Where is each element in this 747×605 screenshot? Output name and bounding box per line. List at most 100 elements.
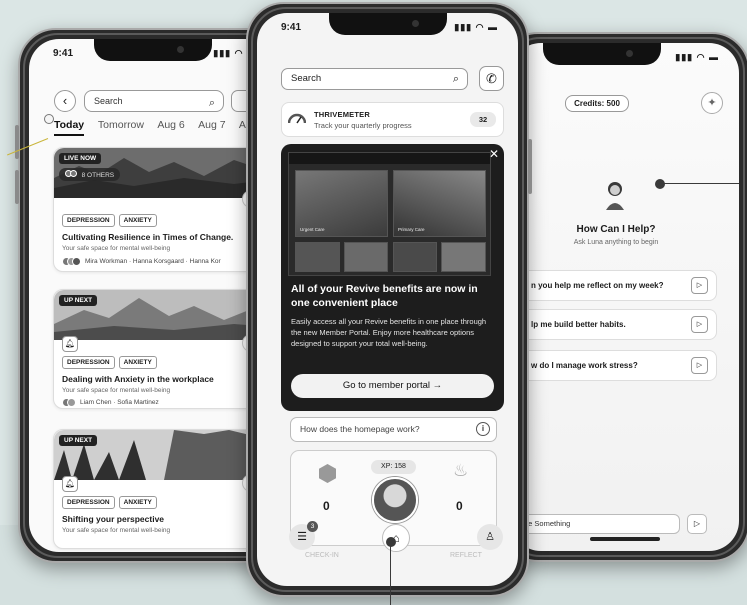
up-next-badge: UP NEXT bbox=[59, 295, 98, 306]
prompt-text: lp me build better habits. bbox=[531, 320, 626, 329]
back-arrow-icon[interactable]: ‹ bbox=[54, 90, 76, 112]
session-title: Shifting your perspective bbox=[62, 514, 165, 524]
volume-button bbox=[15, 170, 19, 204]
stat-value-right: 0 bbox=[456, 499, 463, 513]
screenshot-tile bbox=[441, 242, 486, 272]
avatar bbox=[69, 170, 77, 177]
info-icon[interactable]: i bbox=[476, 422, 490, 436]
session-card[interactable]: UP NEXT 🔔︎ 45mi DEPRESSION ANXIETY Deali… bbox=[53, 289, 277, 409]
tab-aug-6[interactable]: Aug 6 bbox=[157, 119, 184, 131]
promo-body: Easily access all your Revive benefits i… bbox=[291, 317, 487, 348]
signal-icon: ▮▮▮ ◠ ▬ bbox=[675, 52, 719, 62]
day-tabs: Today Tomorrow Aug 6 Aug 7 A bbox=[54, 119, 277, 139]
session-title: Dealing with Anxiety in the workplace bbox=[62, 374, 214, 384]
nav-label-reflect[interactable]: REFLECT bbox=[450, 552, 482, 559]
member-portal-button[interactable]: Go to member portal → bbox=[291, 374, 494, 398]
callout-dot bbox=[386, 537, 396, 547]
search-icon: ⌕ bbox=[208, 97, 215, 109]
tag-chip: DEPRESSION bbox=[62, 496, 115, 509]
tag-chip: ANXIETY bbox=[118, 356, 157, 369]
right-phone: ▮▮▮ ◠ ▬ Credits: 500 ✦ How Can I Help? A… bbox=[500, 32, 747, 562]
send-icon[interactable]: ▷ bbox=[691, 357, 708, 374]
tab-next[interactable]: A bbox=[239, 119, 246, 131]
session-hosts: Mira Workman · Hanna Korsgaard · Hanna K… bbox=[62, 257, 221, 266]
send-icon[interactable]: ▷ bbox=[687, 514, 707, 534]
tag-chip: DEPRESSION bbox=[62, 356, 115, 369]
session-title: Cultivating Resilience in Times of Chang… bbox=[62, 232, 234, 242]
homepage-help-field[interactable]: How does the homepage work? i bbox=[290, 417, 497, 442]
notch bbox=[543, 43, 662, 65]
callout-dot bbox=[655, 179, 665, 189]
send-icon[interactable]: ▷ bbox=[691, 316, 708, 333]
left-screen: 9:41 ▮▮▮ ◠ ▬ ‹ Search ⌕ Today Tomorrow A… bbox=[29, 39, 277, 552]
benefits-promo-card: ✕ Urgent Care Primary Care All of your R… bbox=[281, 144, 504, 411]
suggested-prompt[interactable]: w do I manage work stress? ▷ bbox=[511, 350, 717, 381]
tile-label: Urgent Care bbox=[300, 227, 325, 232]
nav-label-check-in[interactable]: CHECK-IN bbox=[305, 552, 339, 559]
tag-chip: DEPRESSION bbox=[62, 214, 115, 227]
session-card[interactable]: LIVE NOW 8 OTHERS 45mi DEPRESSION ANXIET… bbox=[53, 147, 277, 272]
avatar[interactable] bbox=[372, 477, 418, 523]
suggested-prompt[interactable]: n you help me reflect on my week? ▷ bbox=[511, 270, 717, 301]
live-badge: LIVE NOW bbox=[59, 153, 102, 164]
screenshot-tile bbox=[295, 242, 340, 272]
session-hosts: Liam Chen · Sofia Martinez bbox=[62, 398, 159, 407]
notch bbox=[94, 39, 212, 61]
homepage-question: How does the homepage work? bbox=[300, 424, 420, 434]
tab-tomorrow[interactable]: Tomorrow bbox=[98, 119, 144, 131]
bell-icon[interactable]: 🔔︎ bbox=[62, 476, 78, 492]
prompt-text: w do I manage work stress? bbox=[531, 361, 638, 370]
tab-aug-7[interactable]: Aug 7 bbox=[198, 119, 225, 131]
search-placeholder: Search bbox=[291, 73, 322, 84]
promo-title: All of your Revive benefits are now in o… bbox=[291, 283, 478, 309]
portal-screenshot: Urgent Care Primary Care bbox=[288, 152, 491, 276]
chat-input[interactable]: pe Something bbox=[511, 514, 680, 534]
screenshot-tile bbox=[393, 242, 437, 272]
tile-label: Primary Care bbox=[398, 227, 425, 232]
xp-badge: XP: 158 bbox=[371, 460, 416, 474]
search-input[interactable]: Search ⌕ bbox=[84, 90, 224, 112]
bell-icon[interactable]: 🔔︎ bbox=[62, 336, 78, 352]
screenshot-tile: Primary Care bbox=[393, 170, 486, 237]
menu-icon[interactable]: ☰ 3 bbox=[289, 521, 318, 550]
search-icon: ⌕ bbox=[452, 73, 459, 85]
send-icon[interactable]: ▷ bbox=[691, 277, 708, 294]
home-indicator bbox=[590, 537, 660, 541]
tag-chips: DEPRESSION ANXIETY bbox=[62, 356, 157, 369]
prompt-text: n you help me reflect on my week? bbox=[531, 281, 664, 290]
session-card[interactable]: UP NEXT 🔔︎ 45mi DEPRESSION ANXIETY Shift… bbox=[53, 429, 277, 549]
right-screen: ▮▮▮ ◠ ▬ Credits: 500 ✦ How Can I Help? A… bbox=[511, 43, 739, 551]
close-icon[interactable]: ✕ bbox=[489, 147, 499, 161]
avatar bbox=[72, 257, 81, 266]
thrivemeter-title: THRIVEMETER bbox=[314, 110, 370, 119]
session-subtitle: Your safe space for mental well-being bbox=[62, 245, 171, 252]
volume-button bbox=[15, 125, 19, 159]
stat-value-left: 0 bbox=[323, 499, 330, 513]
center-phone: 9:41 ▮▮▮ ◠ ▬ Search ⌕ ✆ THRIVEMETER Trac… bbox=[246, 2, 532, 597]
avatar bbox=[67, 398, 76, 407]
status-time: 9:41 bbox=[53, 48, 74, 59]
signal-icon: ▮▮▮ ◠ ▬ bbox=[454, 22, 498, 32]
credits-badge: Credits: 500 bbox=[565, 95, 629, 112]
host-names: Mira Workman · Hanna Korsgaard · Hanna K… bbox=[85, 258, 221, 265]
help-subtitle: Ask Luna anything to begin bbox=[573, 239, 659, 246]
flame-icon: ♨ bbox=[453, 461, 469, 480]
status-time: 9:41 bbox=[281, 22, 302, 33]
callout-line bbox=[390, 545, 391, 605]
screenshot-navbar bbox=[289, 153, 490, 164]
sparkle-icon[interactable]: ✦ bbox=[701, 92, 723, 114]
tag-chip: ANXIETY bbox=[118, 214, 157, 227]
host-names: Liam Chen · Sofia Martinez bbox=[80, 399, 159, 406]
profile-icon[interactable]: ♙ bbox=[477, 524, 503, 550]
luna-avatar bbox=[606, 182, 624, 210]
tab-today[interactable]: Today bbox=[54, 119, 85, 136]
help-title: How Can I Help? bbox=[576, 224, 656, 235]
notch bbox=[328, 13, 447, 35]
search-row: ‹ Search ⌕ bbox=[54, 90, 267, 112]
search-input[interactable]: Search ⌕ bbox=[281, 68, 468, 90]
phone-icon[interactable]: ✆ bbox=[479, 66, 504, 91]
thrivemeter-card[interactable]: THRIVEMETER Track your quarterly progres… bbox=[281, 102, 504, 137]
search-placeholder: Search bbox=[94, 96, 123, 106]
screenshot-tile bbox=[344, 242, 388, 272]
suggested-prompt[interactable]: lp me build better habits. ▷ bbox=[511, 309, 717, 340]
